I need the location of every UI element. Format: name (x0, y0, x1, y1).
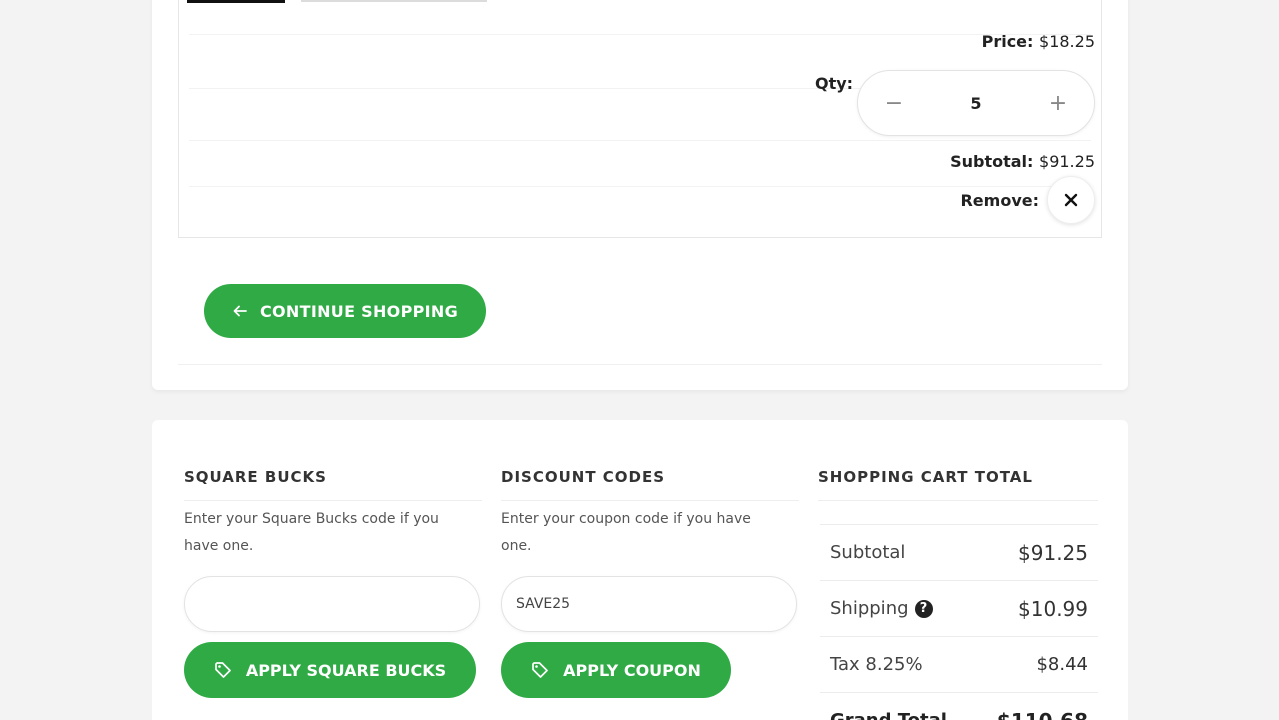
divider (184, 500, 482, 501)
tag-icon (532, 662, 548, 678)
item-price: Price: $18.25 (982, 32, 1095, 51)
discount-codes-description: Enter your coupon code if you have one. (501, 511, 751, 554)
qty-label: Qty: (815, 74, 854, 93)
totals-value: $8.44 (1036, 654, 1088, 675)
square-bucks-heading: SQUARE BUCKS (184, 468, 327, 486)
product-thumbnail[interactable] (187, 0, 285, 3)
cart-card: Price: $18.25 Qty: − 5 + Subtotal: $91.2… (152, 0, 1128, 390)
close-icon (1064, 193, 1078, 207)
cart-summary-section: SQUARE BUCKS Enter your Square Bucks cod… (152, 420, 1128, 720)
totals-value: $110.68 (997, 709, 1088, 720)
apply-square-bucks-label: APPLY SQUARE BUCKS (245, 660, 447, 680)
divider (189, 34, 1091, 35)
arrow-left-icon (233, 305, 247, 317)
price-value: $18.25 (1039, 32, 1095, 51)
apply-coupon-button[interactable]: APPLY COUPON (501, 642, 731, 698)
continue-shopping-button[interactable]: CONTINUE SHOPPING (204, 284, 486, 338)
divider (189, 140, 1091, 141)
divider (189, 186, 1091, 187)
item-subtotal: Subtotal: $91.25 (950, 152, 1095, 171)
divider (178, 364, 1102, 365)
totals-row-shipping: Shipping ? $10.99 (820, 580, 1098, 636)
qty-decrement-button[interactable]: − (880, 89, 908, 117)
totals-row-grand-total: Grand Total $110.68 (820, 692, 1098, 720)
remove-row: Remove: (960, 176, 1095, 224)
qty-increment-button[interactable]: + (1044, 89, 1072, 117)
tag-icon (214, 662, 231, 678)
quantity-stepper: − 5 + (857, 70, 1095, 136)
remove-item-button[interactable] (1047, 176, 1095, 224)
totals-row-tax: Tax 8.25% $8.44 (820, 636, 1098, 692)
price-label: Price: (981, 32, 1034, 51)
square-bucks-input[interactable] (184, 576, 480, 632)
remove-label: Remove: (960, 190, 1039, 210)
totals-label-wrap: Shipping ? (830, 598, 933, 619)
totals-value: $10.99 (1018, 596, 1088, 621)
totals-value: $91.25 (1018, 540, 1088, 565)
totals-row-subtotal: Subtotal $91.25 (820, 524, 1098, 580)
totals-label: Grand Total (830, 710, 947, 720)
cart-item: Price: $18.25 Qty: − 5 + Subtotal: $91.2… (178, 0, 1102, 238)
apply-square-bucks-button[interactable]: APPLY SQUARE BUCKS (184, 642, 476, 698)
discount-codes-heading: DISCOUNT CODES (501, 468, 666, 486)
subtotal-value: $91.25 (1039, 152, 1095, 171)
subtotal-label: Subtotal: (950, 152, 1034, 171)
cart-totals-table: Subtotal $91.25 Shipping ? $10.99 Tax 8.… (820, 524, 1098, 720)
divider (818, 500, 1098, 501)
totals-label: Shipping (830, 598, 909, 619)
apply-coupon-label: APPLY COUPON (563, 660, 701, 680)
divider (501, 500, 799, 501)
totals-label: Subtotal (830, 542, 906, 563)
question-circle-icon[interactable]: ? (914, 599, 933, 618)
coupon-code-input[interactable] (501, 576, 797, 632)
square-bucks-description: Enter your Square Bucks code if you have… (184, 511, 439, 554)
cart-total-heading: SHOPPING CART TOTAL (818, 468, 1033, 486)
totals-label: Tax 8.25% (830, 654, 923, 675)
product-title-cutoff (301, 0, 487, 2)
qty-value[interactable]: 5 (970, 94, 981, 113)
continue-shopping-label: CONTINUE SHOPPING (259, 301, 459, 321)
